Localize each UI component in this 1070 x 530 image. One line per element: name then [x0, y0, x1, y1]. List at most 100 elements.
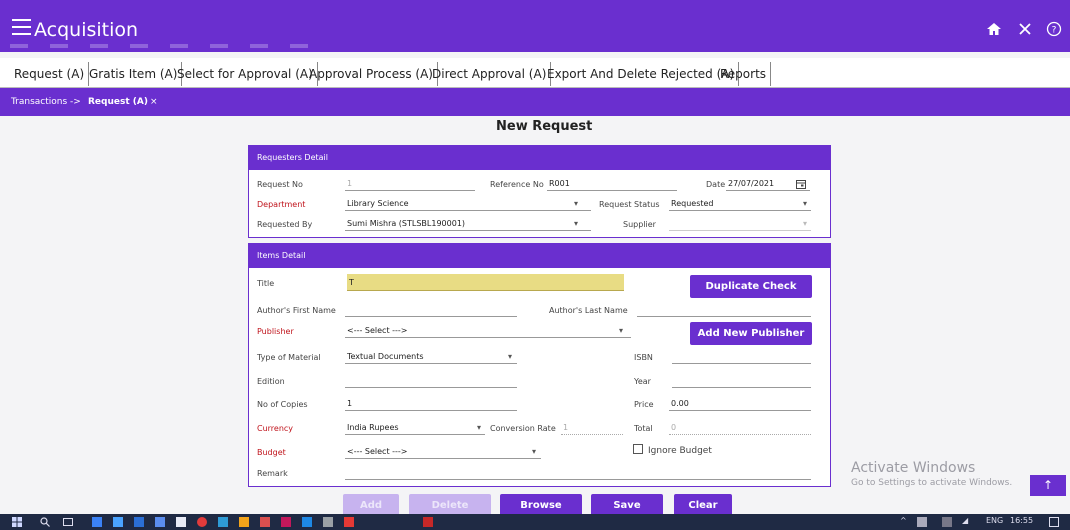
tab-export-delete-rejected[interactable]: Export And Delete Rejected (A): [543, 62, 740, 86]
ignore-budget-checkbox[interactable]: [633, 444, 643, 454]
author-first-name-input[interactable]: [345, 303, 517, 317]
taskbar-app-icon[interactable]: [92, 517, 102, 527]
taskbar-app-icon[interactable]: [134, 517, 144, 527]
department-select[interactable]: Library Science: [345, 197, 591, 211]
tab-direct-approval[interactable]: Direct Approval (A): [428, 62, 552, 86]
breadcrumb-current[interactable]: Request (A): [88, 97, 148, 107]
supplier-label: Supplier: [623, 220, 656, 229]
request-status-select[interactable]: Requested: [669, 197, 811, 211]
breadcrumb-root[interactable]: Transactions ->: [11, 97, 81, 107]
taskbar-app-icon[interactable]: [302, 517, 312, 527]
total-field: 0: [669, 421, 811, 435]
material-type-select[interactable]: Textual Documents: [345, 350, 517, 364]
volume-icon[interactable]: [942, 517, 952, 527]
copies-input[interactable]: 1: [345, 397, 517, 411]
department-chevron-down-icon: ▾: [574, 199, 579, 208]
material-type-chevron-down-icon: ▾: [508, 352, 513, 361]
title-input[interactable]: T: [347, 274, 624, 291]
taskbar-app-icon[interactable]: [281, 517, 291, 527]
request-status-chevron-down-icon: ▾: [803, 199, 808, 208]
reference-no-label: Reference No: [490, 180, 544, 189]
svg-text:?: ?: [1052, 25, 1057, 35]
currency-select[interactable]: India Rupees: [345, 421, 485, 435]
taskbar-app-icon[interactable]: [260, 517, 270, 527]
edition-label: Edition: [257, 377, 285, 386]
request-no-field: 1: [345, 177, 475, 191]
notifications-icon[interactable]: [1049, 517, 1059, 527]
watermark-line1: Activate Windows: [851, 460, 976, 476]
conversion-rate-label: Conversion Rate: [490, 424, 556, 433]
date-label: Date: [706, 180, 726, 189]
taskbar-app-icon[interactable]: [176, 517, 186, 527]
material-type-label: Type of Material: [257, 353, 321, 362]
remark-input[interactable]: [345, 466, 811, 480]
remark-label: Remark: [257, 469, 288, 478]
author-last-name-label: Author's Last Name: [549, 306, 628, 315]
taskbar-app-icon[interactable]: [155, 517, 165, 527]
copies-label: No of Copies: [257, 400, 308, 409]
tab-select-for-approval[interactable]: Select for Approval (A): [173, 62, 318, 86]
year-input[interactable]: [672, 374, 811, 388]
author-first-name-label: Author's First Name: [257, 306, 336, 315]
tab-reports[interactable]: Reports: [716, 62, 772, 86]
request-no-label: Request No: [257, 180, 303, 189]
menu-icon[interactable]: [12, 19, 31, 35]
author-last-name-input[interactable]: [637, 303, 811, 317]
publisher-select[interactable]: <--- Select --->: [345, 324, 631, 338]
add-new-publisher-button[interactable]: Add New Publisher: [690, 322, 812, 345]
taskbar-app-icon[interactable]: [113, 517, 123, 527]
close-icon[interactable]: [1016, 20, 1034, 38]
signal-icon[interactable]: ◢: [962, 516, 968, 525]
title-bar: Acquisition ?: [0, 0, 1070, 52]
breadcrumb-close-icon[interactable]: ×: [150, 97, 158, 107]
price-input[interactable]: 0.00: [669, 397, 811, 411]
ignore-budget-label: Ignore Budget: [648, 446, 712, 456]
network-icon[interactable]: [917, 517, 927, 527]
budget-label: Budget: [257, 448, 286, 457]
windows-taskbar: ^ ◢ ENG 16:55: [0, 514, 1070, 530]
taskbar-app-icon[interactable]: [197, 517, 207, 527]
windows-start-icon[interactable]: [12, 517, 22, 527]
help-icon[interactable]: ?: [1045, 20, 1063, 38]
publisher-chevron-down-icon: ▾: [619, 326, 624, 335]
conversion-rate-field: 1: [561, 421, 623, 435]
tab-gratis-item[interactable]: Gratis Item (A): [85, 62, 183, 86]
tray-clock[interactable]: 16:55: [1010, 516, 1033, 525]
taskbar-app-icon[interactable]: [323, 517, 333, 527]
tab-approval-process[interactable]: Approval Process (A): [305, 62, 438, 86]
duplicate-check-button[interactable]: Duplicate Check: [690, 275, 812, 298]
total-label: Total: [634, 424, 653, 433]
tray-language[interactable]: ENG: [986, 516, 1003, 525]
requested-by-select[interactable]: Sumi Mishra (STLSBL190001): [345, 217, 591, 231]
price-label: Price: [634, 400, 654, 409]
search-icon[interactable]: [40, 517, 50, 527]
tab-request[interactable]: Request (A): [10, 62, 90, 86]
isbn-input[interactable]: [672, 350, 811, 364]
taskbar-app-icon[interactable]: [239, 517, 249, 527]
title-bar-faint-strip: [10, 44, 310, 48]
isbn-label: ISBN: [634, 353, 653, 362]
publisher-label: Publisher: [257, 327, 294, 336]
year-label: Year: [634, 377, 651, 386]
edition-input[interactable]: [345, 374, 517, 388]
activate-windows-watermark: Activate Windows Go to Settings to activ…: [851, 460, 1012, 488]
taskbar-app-icon[interactable]: [423, 517, 433, 527]
watermark-line2: Go to Settings to activate Windows.: [851, 478, 1013, 488]
supplier-select[interactable]: [669, 217, 811, 231]
budget-select[interactable]: <--- Select --->: [345, 445, 541, 459]
supplier-chevron-down-icon: ▾: [803, 219, 808, 228]
task-view-icon[interactable]: [63, 517, 73, 527]
budget-chevron-down-icon: ▾: [532, 447, 537, 456]
title-label: Title: [257, 279, 275, 288]
taskbar-app-icon[interactable]: [344, 517, 354, 527]
tray-chevron-up-icon[interactable]: ^: [900, 516, 907, 525]
scroll-up-button[interactable]: ↑: [1030, 475, 1066, 496]
home-icon[interactable]: [985, 20, 1003, 38]
taskbar-app-icon[interactable]: [218, 517, 228, 527]
reference-no-input[interactable]: R001: [547, 177, 677, 191]
currency-label: Currency: [257, 424, 294, 433]
page-title: New Request: [496, 119, 593, 134]
requested-by-label: Requested By: [257, 220, 313, 229]
requesters-detail-header: Requesters Detail: [249, 146, 830, 170]
calendar-icon[interactable]: [796, 179, 806, 189]
